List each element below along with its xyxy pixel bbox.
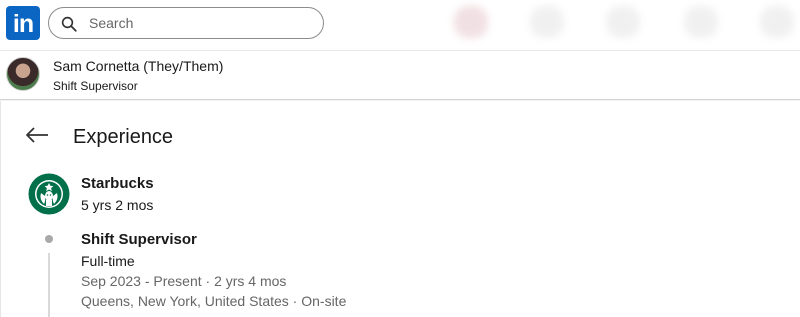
role-title[interactable]: Shift Supervisor	[81, 231, 197, 248]
company-duration: 5 yrs 2 mos	[81, 197, 154, 213]
nav-item-blurred[interactable]	[606, 6, 640, 38]
role-employment-type: Full-time	[81, 253, 135, 269]
profile-name-line[interactable]: Sam Cornetta (They/Them)	[53, 58, 223, 74]
role-dates: Sep 2023 - Present · 2 yrs 4 mos	[81, 273, 287, 289]
nav-item-blurred[interactable]	[530, 6, 564, 38]
top-nav: in Search	[0, 0, 800, 50]
profile-pronouns: (They/Them)	[143, 58, 224, 74]
starbucks-logo-icon[interactable]	[28, 173, 70, 215]
profile-header: Sam Cornetta (They/Them) Shift Superviso…	[0, 50, 800, 100]
profile-headline: Shift Supervisor	[53, 79, 138, 93]
timeline-dot	[45, 235, 53, 243]
role-location: Queens, New York, United States · On-sit…	[81, 293, 347, 309]
search-icon	[61, 16, 77, 32]
nav-icons-blurred	[434, 0, 800, 50]
profile-name[interactable]: Sam Cornetta	[53, 58, 139, 74]
page-title: Experience	[73, 126, 174, 148]
nav-item-blurred[interactable]	[760, 6, 794, 38]
search-input[interactable]: Search	[89, 8, 133, 39]
timeline-line	[48, 253, 50, 317]
search-bar[interactable]: Search	[48, 7, 324, 39]
back-arrow-icon[interactable]	[25, 125, 49, 145]
avatar[interactable]	[6, 57, 40, 91]
linkedin-logo[interactable]: in	[6, 6, 40, 40]
company-name[interactable]: Starbucks	[81, 175, 154, 192]
nav-item-blurred[interactable]	[684, 6, 718, 38]
nav-item-blurred[interactable]	[454, 6, 488, 38]
